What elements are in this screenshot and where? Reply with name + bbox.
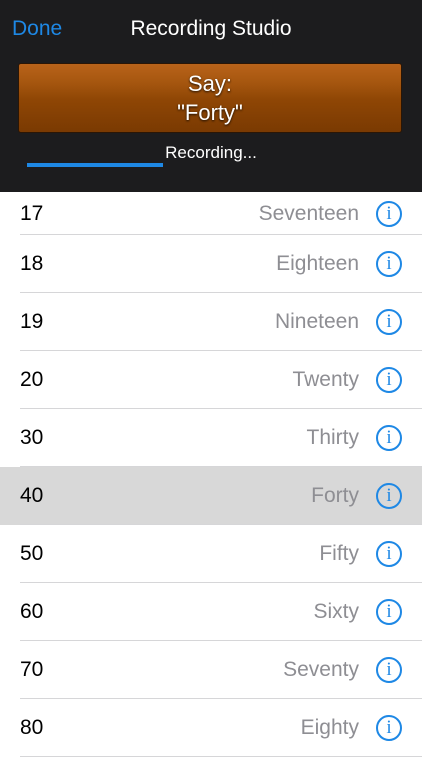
list-item[interactable]: 20 Twenty i <box>0 351 422 409</box>
list-item-number: 80 <box>20 716 44 739</box>
list-item-number: 40 <box>20 484 44 507</box>
list-item[interactable]: 30 Thirty i <box>0 409 422 467</box>
list-item-number: 18 <box>20 252 44 275</box>
info-icon[interactable]: i <box>376 425 402 451</box>
list-item[interactable]: 17 Seventeen i <box>0 192 422 235</box>
say-word: "Forty" <box>177 100 243 125</box>
list-item-word: Seventeen <box>258 201 359 225</box>
list-item[interactable]: 40 Forty i <box>0 467 422 525</box>
info-icon[interactable]: i <box>376 309 402 335</box>
list-item-number: 60 <box>20 600 44 623</box>
list-item-word: Nineteen <box>274 310 359 333</box>
list-item-word: Eighteen <box>276 252 359 275</box>
list-item-word: Thirty <box>306 426 360 449</box>
say-label: Say: <box>187 71 233 96</box>
list-item[interactable]: 50 Fifty i <box>0 525 422 583</box>
list-item-word: Twenty <box>292 368 359 391</box>
info-icon[interactable]: i <box>376 367 402 393</box>
list-item-number: 50 <box>20 542 44 565</box>
info-icon[interactable]: i <box>376 251 402 277</box>
list-item-word: Eighty <box>300 716 359 739</box>
info-icon[interactable]: i <box>376 599 402 625</box>
info-icon[interactable]: i <box>376 657 402 683</box>
info-icon[interactable]: i <box>376 541 402 567</box>
list-item-word: Seventy <box>283 658 359 681</box>
list-item-number: 30 <box>20 426 44 449</box>
recording-status: Recording... <box>165 143 257 162</box>
list-item-word: Fifty <box>319 542 359 565</box>
list-item-number: 20 <box>20 368 44 391</box>
number-list: 17 Seventeen i 18 Eighteen i 19 Nineteen i 20 Twen… <box>0 192 422 757</box>
say-prompt-panel: Say: "Forty" <box>18 63 402 133</box>
list-item-number: 70 <box>20 658 44 681</box>
list-item-word: Sixty <box>313 600 359 623</box>
list-item[interactable]: 60 Sixty i <box>0 583 422 641</box>
list-item[interactable]: 80 Eighty i <box>0 699 422 757</box>
recording-header: Done Recording Studio Say: "Forty" Recor… <box>0 0 422 192</box>
info-icon[interactable]: i <box>376 715 402 741</box>
list-item[interactable]: 18 Eighteen i <box>0 235 422 293</box>
page-title: Recording Studio <box>130 17 292 40</box>
list-item-word: Forty <box>311 484 359 507</box>
recording-progress-fill <box>27 163 164 167</box>
list-item[interactable]: 70 Seventy i <box>0 641 422 699</box>
info-icon[interactable]: i <box>376 483 402 509</box>
info-icon[interactable]: i <box>376 200 402 227</box>
list-item-number: 17 <box>20 201 44 225</box>
list-item-number: 19 <box>20 310 44 333</box>
recording-progress-bar <box>27 163 395 167</box>
list-item[interactable]: 19 Nineteen i <box>0 293 422 351</box>
